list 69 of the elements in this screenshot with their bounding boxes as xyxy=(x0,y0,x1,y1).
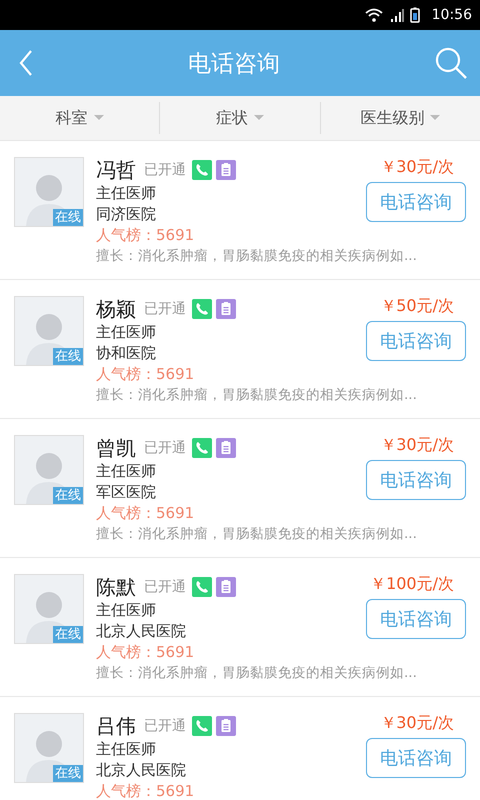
wifi-icon xyxy=(364,7,384,23)
hospital-name: 军区医院 xyxy=(96,482,156,503)
filter-dropdown[interactable]: 症状 xyxy=(159,102,320,134)
clipboard-icon xyxy=(216,160,236,180)
service-status: 已开通 xyxy=(144,439,186,457)
search-icon xyxy=(434,46,468,80)
popularity-text: 人气榜：5691 xyxy=(96,364,194,385)
popularity-text: 人气榜：5691 xyxy=(96,225,194,246)
doctor-title: 主任医师 xyxy=(96,322,156,343)
price-text: ￥50元/次 xyxy=(380,296,454,317)
page-title: 电话咨询 xyxy=(188,50,280,78)
popularity-text: 人气榜：5691 xyxy=(96,503,194,524)
price-text: ￥30元/次 xyxy=(380,435,454,456)
phone-icon xyxy=(192,438,212,458)
battery-icon xyxy=(410,7,420,23)
phone-icon xyxy=(192,577,212,597)
online-badge: 在线 xyxy=(53,209,83,226)
filter-dropdown[interactable]: 医生级别 xyxy=(320,102,480,134)
popularity-text: 人气榜：5691 xyxy=(96,642,194,663)
phone-icon xyxy=(192,299,212,319)
online-badge: 在线 xyxy=(53,626,83,643)
doctor-name: 杨颖 xyxy=(96,296,136,322)
status-time: 10:56 xyxy=(432,7,472,23)
doctor-name: 冯哲 xyxy=(96,156,136,184)
service-status: 已开通 xyxy=(144,300,186,318)
doctor-title: 主任医师 xyxy=(96,739,156,760)
hospital-name: 协和医院 xyxy=(96,343,156,364)
phone-icon xyxy=(192,716,212,736)
dropdown-caret-icon xyxy=(430,115,440,121)
hospital-name: 北京人民医院 xyxy=(96,621,186,642)
clipboard-icon xyxy=(216,299,236,319)
hospital-name: 北京人民医院 xyxy=(96,760,186,781)
phone-consult-button[interactable]: 电话咨询 xyxy=(366,599,466,639)
hospital-name: 同济医院 xyxy=(96,204,156,225)
signal-icon xyxy=(390,8,404,22)
clipboard-icon xyxy=(216,577,236,597)
clipboard-icon xyxy=(216,438,236,458)
online-badge: 在线 xyxy=(53,487,83,504)
phone-consult-button[interactable]: 电话咨询 xyxy=(366,321,466,361)
doctor-name: 吕伟 xyxy=(96,712,136,740)
popularity-text: 人气榜：5691 xyxy=(96,781,194,800)
phone-consult-button[interactable]: 电话咨询 xyxy=(366,182,466,222)
phone-icon xyxy=(192,160,212,180)
clipboard-icon xyxy=(216,716,236,736)
back-icon xyxy=(18,49,34,77)
specialty-text: 擅长：消化系肿瘤，胃肠黏膜免疫的相关疾病例如... xyxy=(96,664,417,683)
doctor-name: 曾凯 xyxy=(96,434,136,462)
online-badge: 在线 xyxy=(53,765,83,782)
service-status: 已开通 xyxy=(144,161,186,179)
phone-consult-button[interactable]: 电话咨询 xyxy=(366,738,466,778)
online-badge: 在线 xyxy=(53,348,83,365)
service-status: 已开通 xyxy=(144,578,186,596)
specialty-text: 擅长：消化系肿瘤，胃肠黏膜免疫的相关疾病例如... xyxy=(96,386,417,405)
search-button[interactable] xyxy=(434,46,468,80)
filter-dropdown[interactable]: 科室 xyxy=(0,102,160,134)
price-text: ￥30元/次 xyxy=(380,157,454,178)
doctor-name: 陈默 xyxy=(96,574,136,600)
doctor-title: 主任医师 xyxy=(96,183,156,204)
price-text: ￥100元/次 xyxy=(370,574,454,595)
service-status: 已开通 xyxy=(144,717,186,735)
phone-consult-button[interactable]: 电话咨询 xyxy=(366,460,466,500)
dropdown-caret-icon xyxy=(254,115,264,121)
price-text: ￥30元/次 xyxy=(380,713,454,734)
doctor-title: 主任医师 xyxy=(96,600,156,621)
doctor-title: 主任医师 xyxy=(96,461,156,482)
specialty-text: 擅长：消化系肿瘤，胃肠黏膜免疫的相关疾病例如... xyxy=(96,525,417,544)
specialty-text: 擅长：消化系肿瘤，胃肠黏膜免疫的相关疾病例如... xyxy=(96,247,417,266)
dropdown-caret-icon xyxy=(94,115,104,121)
back-button[interactable] xyxy=(18,49,34,77)
